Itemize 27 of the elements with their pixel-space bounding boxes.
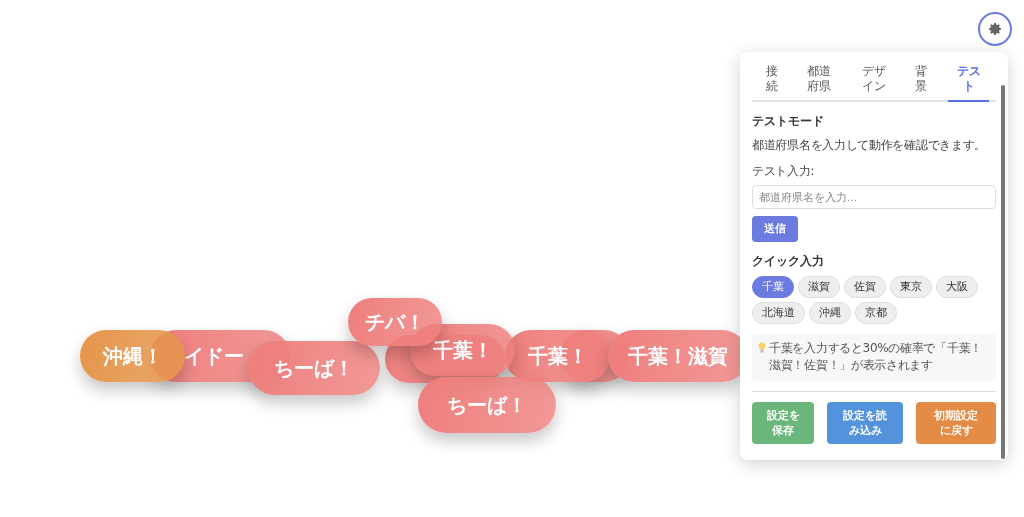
chip[interactable]: 東京 xyxy=(890,276,932,298)
lightbulb-icon xyxy=(758,342,766,353)
speech-bubble: ちーば！ xyxy=(248,341,380,395)
input-field[interactable]: 都道府県名を入力... xyxy=(752,185,996,209)
scrollbar[interactable] xyxy=(1001,85,1005,459)
speech-bubble: 沖縄！ xyxy=(80,330,185,382)
tab[interactable]: 都道府県 xyxy=(799,62,840,102)
submit-button[interactable]: 送信 xyxy=(752,216,798,242)
chip[interactable]: 沖縄 xyxy=(809,302,851,324)
chip[interactable]: 滋賀 xyxy=(798,276,840,298)
input-label: テスト入力: xyxy=(752,163,816,180)
description: 都道府県名を入力して動作を確認できます。 xyxy=(752,137,987,154)
chip[interactable]: 大阪 xyxy=(936,276,978,298)
chip[interactable]: 北海道 xyxy=(752,302,805,324)
settings-button[interactable] xyxy=(978,12,1012,46)
speech-bubble: ちーば！ xyxy=(418,377,556,433)
chip[interactable]: 佐賀 xyxy=(844,276,886,298)
chip[interactable]: 千葉 xyxy=(752,276,794,298)
tab[interactable]: テスト xyxy=(948,62,990,102)
chip[interactable]: 京都 xyxy=(855,302,897,324)
tab[interactable]: デザイン xyxy=(853,62,895,102)
settings-icon xyxy=(987,21,1003,37)
tip-text: 千葉を入力すると30%の確率で「千葉！滋賀！佐賀！」が表示されます xyxy=(769,340,983,375)
tab[interactable]: 接続 xyxy=(758,62,786,102)
section-title: テストモード xyxy=(752,114,825,129)
section-title: クイック入力 xyxy=(752,254,825,269)
tab[interactable]: 背景 xyxy=(908,62,935,102)
